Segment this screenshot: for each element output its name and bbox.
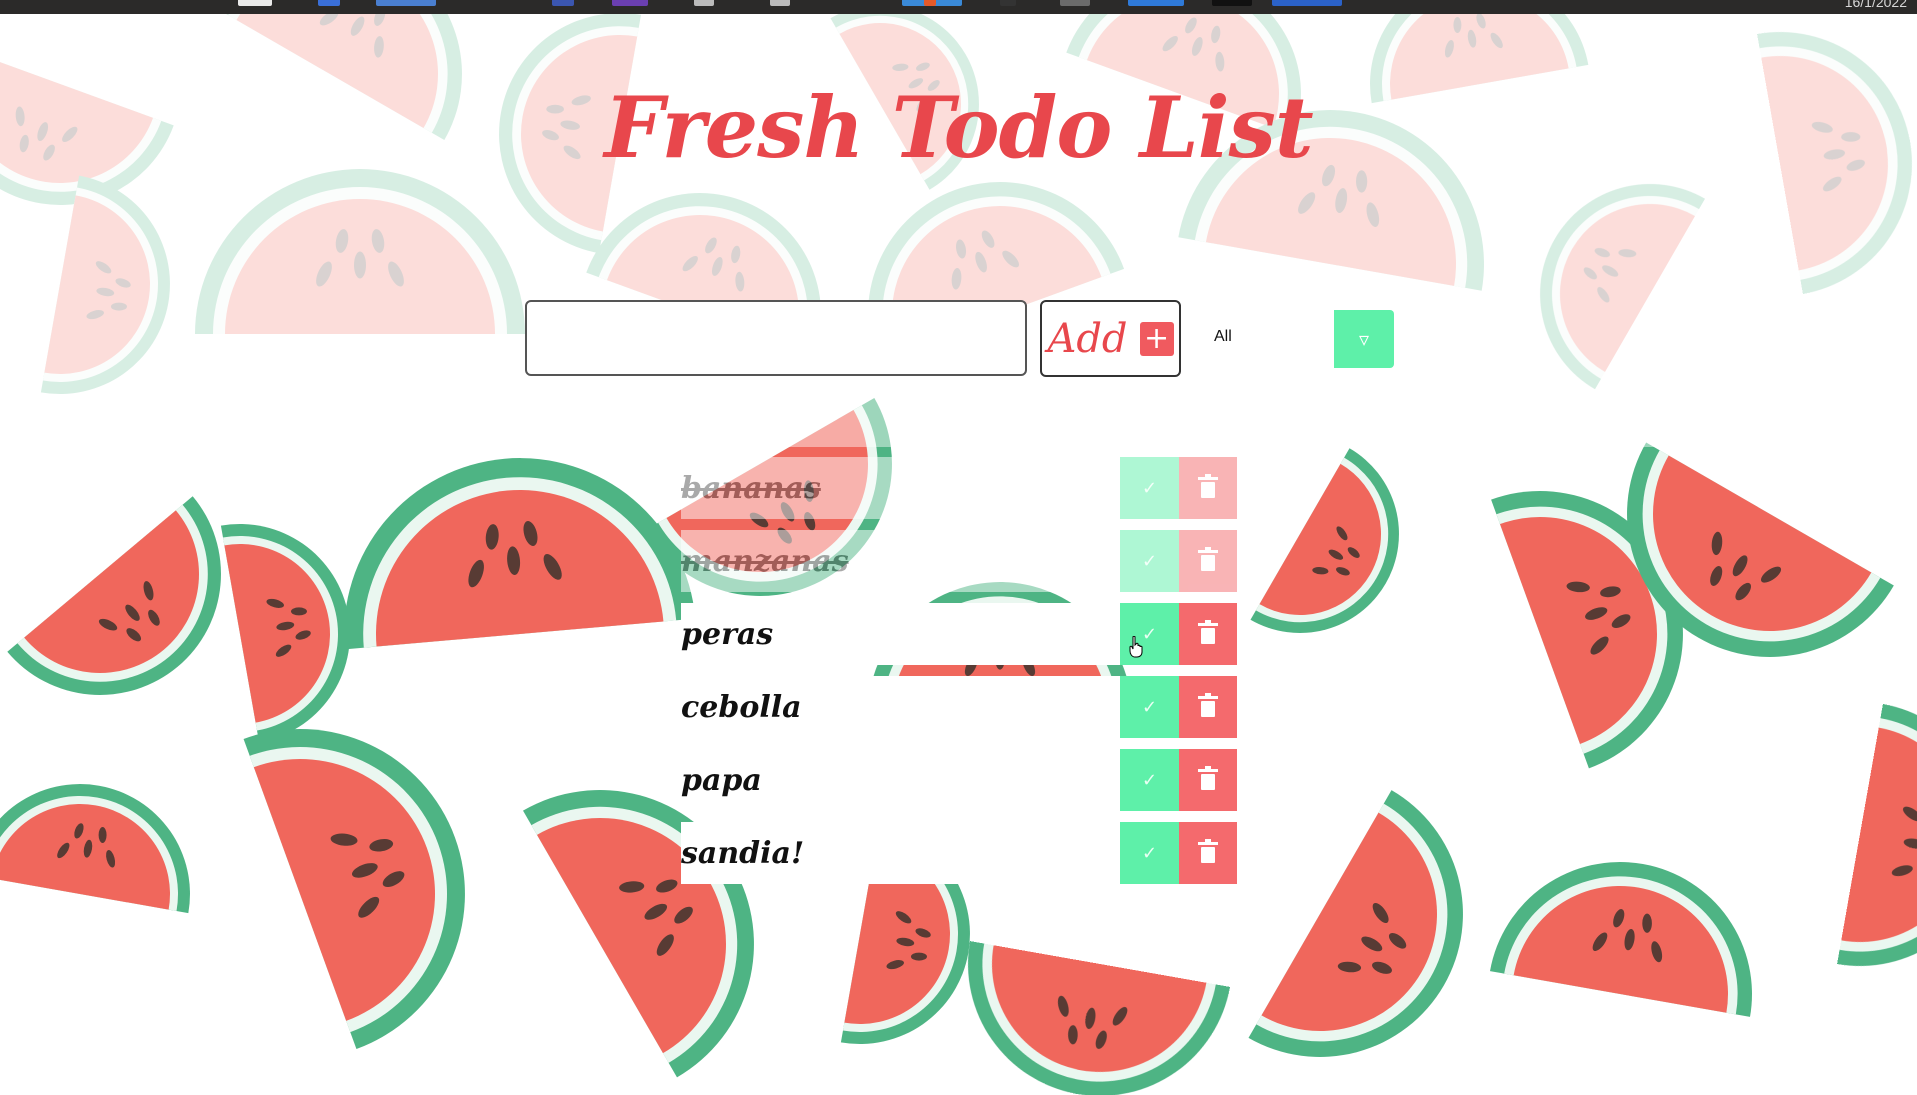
trash-icon bbox=[1198, 839, 1218, 863]
todo-text: bananas bbox=[681, 470, 821, 506]
delete-button[interactable] bbox=[1179, 603, 1237, 665]
todo-text: peras bbox=[681, 616, 774, 652]
trash-icon bbox=[1198, 766, 1218, 790]
trash-icon bbox=[1198, 474, 1218, 498]
taskbar-app-icon[interactable] bbox=[924, 0, 936, 6]
complete-button[interactable]: ✓ bbox=[1120, 749, 1179, 811]
todo-text: cebolla bbox=[681, 689, 802, 725]
todo-text-container: bananas bbox=[681, 457, 1120, 519]
delete-button[interactable] bbox=[1179, 822, 1237, 884]
todo-input[interactable] bbox=[525, 300, 1027, 376]
todo-text: papa bbox=[681, 762, 762, 798]
check-icon: ✓ bbox=[1141, 696, 1158, 718]
todo-list: bananas ✓ manzanas ✓ peras ✓ cebolla ✓ p… bbox=[681, 457, 1237, 895]
todo-text: manzanas bbox=[681, 543, 849, 579]
plus-icon: + bbox=[1139, 321, 1174, 356]
taskbar-app-icon[interactable] bbox=[552, 0, 574, 6]
todo-text: sandia! bbox=[681, 835, 805, 871]
page-title: Fresh Todo List bbox=[604, 78, 1313, 177]
taskbar-app-icon[interactable] bbox=[1060, 0, 1090, 6]
todo-item: peras ✓ bbox=[681, 603, 1237, 665]
todo-text-container: sandia! bbox=[681, 822, 1120, 884]
delete-button[interactable] bbox=[1179, 749, 1237, 811]
complete-button[interactable]: ✓ bbox=[1120, 457, 1179, 519]
check-icon: ✓ bbox=[1141, 550, 1158, 572]
delete-button[interactable] bbox=[1179, 530, 1237, 592]
taskbar-app-icon[interactable] bbox=[1128, 0, 1184, 6]
add-button[interactable]: Add + bbox=[1040, 300, 1181, 377]
taskbar-clock: 16/1/2022 bbox=[1844, 0, 1907, 10]
filter-selected-value: All bbox=[1214, 328, 1232, 345]
os-taskbar: 16/1/2022 bbox=[0, 0, 1917, 14]
add-button-label: Add bbox=[1047, 315, 1128, 362]
check-icon: ✓ bbox=[1141, 842, 1158, 864]
taskbar-app-icon[interactable] bbox=[1212, 0, 1252, 6]
filter-dropdown-toggle[interactable]: ▿ bbox=[1334, 310, 1394, 368]
complete-button[interactable]: ✓ bbox=[1120, 530, 1179, 592]
complete-button[interactable]: ✓ bbox=[1120, 676, 1179, 738]
taskbar-app-icon[interactable] bbox=[770, 0, 790, 6]
delete-button[interactable] bbox=[1179, 457, 1237, 519]
check-icon: ✓ bbox=[1141, 477, 1158, 499]
filter-select[interactable]: All ▿ bbox=[1194, 310, 1394, 368]
delete-button[interactable] bbox=[1179, 676, 1237, 738]
todo-text-container: peras bbox=[681, 603, 1120, 665]
todo-item: sandia! ✓ bbox=[681, 822, 1237, 884]
check-icon: ✓ bbox=[1141, 623, 1158, 645]
taskbar-app-icon[interactable] bbox=[318, 0, 340, 6]
todo-item: manzanas ✓ bbox=[681, 530, 1237, 592]
trash-icon bbox=[1198, 547, 1218, 571]
todo-item: cebolla ✓ bbox=[681, 676, 1237, 738]
trash-icon bbox=[1198, 693, 1218, 717]
taskbar-app-icon[interactable] bbox=[1272, 0, 1342, 6]
todo-item: bananas ✓ bbox=[681, 457, 1237, 519]
taskbar-app-icon[interactable] bbox=[694, 0, 714, 6]
todo-text-container: papa bbox=[681, 749, 1120, 811]
complete-button[interactable]: ✓ bbox=[1120, 822, 1179, 884]
triangle-down-icon: ▿ bbox=[1358, 327, 1370, 351]
todo-item: papa ✓ bbox=[681, 749, 1237, 811]
taskbar-app-icon[interactable] bbox=[612, 0, 648, 6]
taskbar-app-icon[interactable] bbox=[376, 0, 436, 6]
check-icon: ✓ bbox=[1141, 769, 1158, 791]
trash-icon bbox=[1198, 620, 1218, 644]
complete-button[interactable]: ✓ bbox=[1120, 603, 1179, 665]
todo-text-container: manzanas bbox=[681, 530, 1120, 592]
taskbar-app-icon[interactable] bbox=[238, 0, 272, 6]
taskbar-app-icon[interactable] bbox=[1000, 0, 1016, 6]
todo-text-container: cebolla bbox=[681, 676, 1120, 738]
